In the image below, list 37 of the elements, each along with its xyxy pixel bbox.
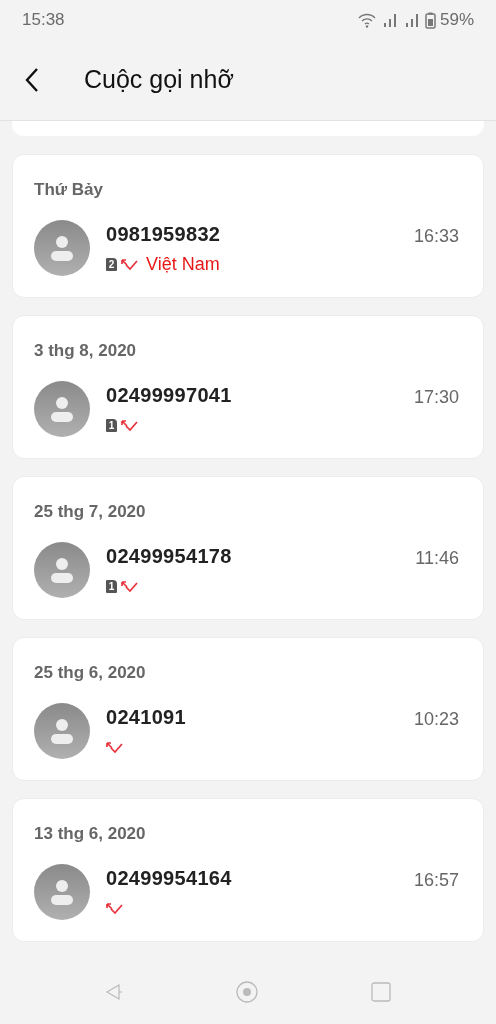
battery-icon: [424, 11, 436, 29]
call-card[interactable]: Thứ Bảy 0981959832 2 Việt Nam 16:33: [12, 154, 484, 298]
call-date: 25 thg 7, 2020: [34, 501, 147, 523]
phone-number: 0241091: [106, 704, 187, 730]
call-card[interactable]: 3 thg 8, 2020 02499997041 1 17:30: [12, 315, 484, 459]
call-time: 11:46: [415, 546, 459, 570]
back-icon[interactable]: [24, 67, 40, 93]
missed-call-icon: [121, 580, 138, 593]
home-icon[interactable]: [236, 981, 258, 1003]
call-date: 3 thg 8, 2020: [34, 340, 138, 362]
call-card[interactable]: 25 thg 7, 2020 02499954178 1 11:46: [12, 476, 484, 620]
sim-icon: 1: [106, 580, 117, 593]
call-time: 17:30: [413, 385, 459, 409]
call-date: Thứ Bảy: [34, 179, 104, 201]
phone-number: 02499954164: [106, 865, 233, 891]
phone-number: 02499997041: [106, 382, 233, 408]
call-date: 13 thg 6, 2020: [34, 823, 147, 845]
recents-icon[interactable]: [371, 982, 392, 1002]
battery-percent: 59%: [439, 9, 474, 32]
call-location: Việt Nam: [146, 253, 220, 276]
call-time: 16:57: [413, 868, 459, 892]
call-time: 10:23: [413, 707, 459, 731]
call-time: 16:33: [413, 224, 459, 248]
phone-number: 0981959832: [106, 221, 222, 247]
missed-call-icon: [121, 258, 138, 271]
sim-icon: 1: [106, 419, 117, 432]
call-date: 25 thg 6, 2020: [34, 662, 147, 684]
wifi-icon: [356, 12, 377, 28]
missed-call-icon: [121, 419, 138, 432]
call-card[interactable]: 13 thg 6, 2020 02499954164 16:57: [12, 798, 484, 942]
phone-number: 02499954178: [106, 543, 233, 569]
call-card[interactable]: 25 thg 6, 2020 0241091 10:23: [12, 637, 484, 781]
screen-title: Cuộc gọi nhỡ: [84, 64, 234, 96]
status-time: 15:38: [22, 9, 65, 32]
missed-call-icon: [106, 902, 123, 915]
sim-icon: 2: [106, 258, 117, 271]
missed-call-icon: [106, 741, 123, 754]
